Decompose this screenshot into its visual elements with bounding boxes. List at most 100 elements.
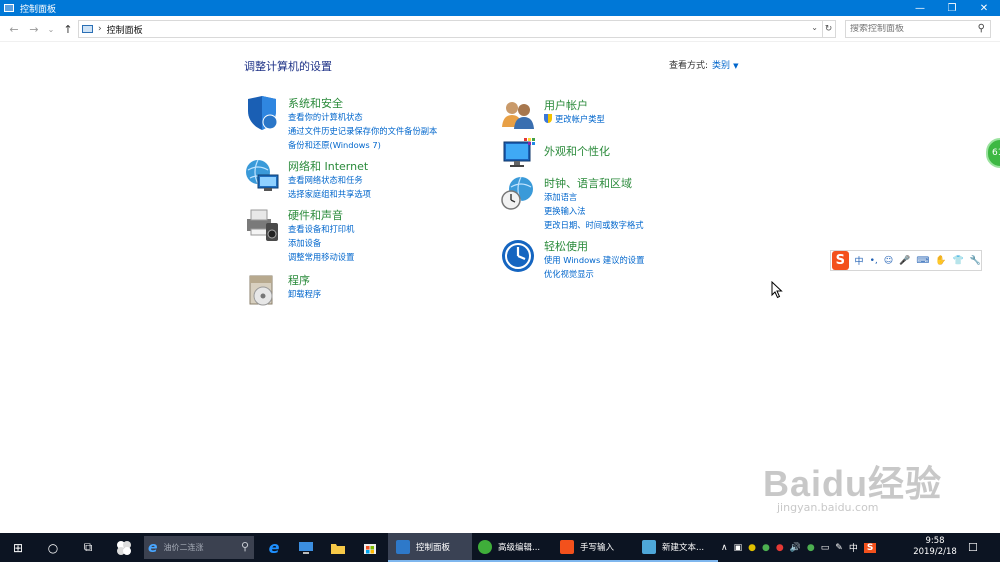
microphone-icon[interactable]: 🎤 bbox=[899, 256, 910, 266]
system-tray: ∧ ▣ ● ● ● 🔊 ● ▭ ✎ 中 S bbox=[718, 533, 879, 562]
back-button[interactable]: ← bbox=[6, 21, 22, 37]
pinwheel-app-icon[interactable] bbox=[106, 533, 142, 562]
users-icon bbox=[502, 102, 534, 129]
taskbar: ⊞ ○ ⧉ e 油价二连涨 ⚲ e 控制面板 高级编辑... 手写输入 新建文本… bbox=[0, 533, 1000, 562]
link-add-language[interactable]: 添加语言 bbox=[544, 190, 644, 204]
handwriting-icon[interactable]: ✋ bbox=[935, 256, 946, 266]
category-title-clock-language-region[interactable]: 时钟、语言和区域 bbox=[544, 175, 632, 191]
forward-button[interactable]: → bbox=[26, 21, 42, 37]
network-tray-icon[interactable]: ▣ bbox=[734, 543, 743, 553]
taskbar-search-box[interactable]: e 油价二连涨 ⚲ bbox=[144, 536, 254, 559]
up-button[interactable]: ↑ bbox=[60, 21, 76, 37]
clock-globe-icon bbox=[501, 176, 533, 210]
link-change-account-type[interactable]: 更改帐户类型 bbox=[544, 112, 605, 126]
link-file-history[interactable]: 通过文件历史记录保存你的文件备份副本 bbox=[288, 124, 437, 138]
browser-tray-icon[interactable]: ● bbox=[776, 543, 784, 553]
search-input[interactable] bbox=[846, 24, 971, 34]
chevron-down-icon[interactable]: ⌄ bbox=[811, 23, 818, 32]
cortana-icon[interactable]: ○ bbox=[35, 533, 71, 562]
address-bar[interactable]: › 控制面板 ⌄ bbox=[78, 20, 823, 38]
link-change-input-method[interactable]: 更换输入法 bbox=[544, 204, 644, 218]
taskbar-app-handwriting[interactable]: 手写输入 bbox=[552, 533, 636, 562]
show-hidden-icons-chevron-icon[interactable]: ∧ bbox=[721, 543, 728, 553]
punctuation-toggle-icon[interactable]: •, bbox=[870, 256, 878, 266]
refresh-button[interactable]: ↻ bbox=[822, 20, 836, 38]
address-bar-row: ← → ⌄ ↑ › 控制面板 ⌄ ↻ ⚲ bbox=[0, 16, 1000, 42]
skin-icon[interactable]: 👕 bbox=[953, 256, 964, 266]
ime-mode-toggle[interactable]: 中 bbox=[855, 254, 864, 267]
category-title-appearance[interactable]: 外观和个性化 bbox=[544, 143, 610, 159]
breadcrumb-control-panel[interactable]: 控制面板 bbox=[107, 23, 143, 36]
volume-icon[interactable]: 🔊 bbox=[790, 543, 801, 553]
watermark-url: jingyan.baidu.com bbox=[777, 501, 879, 514]
file-explorer-icon[interactable] bbox=[320, 533, 356, 562]
taskbar-clock[interactable]: 9:58 2019/2/18 bbox=[905, 536, 965, 558]
side-floating-badge[interactable]: 61 bbox=[986, 138, 1000, 168]
tools-icon[interactable]: 🔧 bbox=[970, 256, 981, 266]
link-add-device[interactable]: 添加设备 bbox=[288, 236, 354, 250]
network-globe-icon bbox=[246, 159, 279, 191]
link-change-account-type-label: 更改帐户类型 bbox=[555, 114, 605, 124]
notepad-app-icon bbox=[642, 539, 656, 554]
link-optimize-visual-display[interactable]: 优化视觉显示 bbox=[544, 267, 644, 281]
search-box[interactable]: ⚲ bbox=[845, 20, 991, 38]
category-user-accounts: 用户帐户 更改帐户类型 bbox=[500, 97, 720, 131]
category-title-programs[interactable]: 程序 bbox=[288, 272, 310, 288]
link-windows-recommended-settings[interactable]: 使用 Windows 建议的设置 bbox=[544, 253, 644, 267]
keyboard-icon[interactable]: ⌨ bbox=[916, 256, 929, 266]
link-uninstall-program[interactable]: 卸载程序 bbox=[288, 287, 321, 301]
link-change-date-time-format[interactable]: 更改日期、时间或数字格式 bbox=[544, 218, 644, 232]
taskbar-app-notepad[interactable]: 新建文本... bbox=[634, 533, 718, 562]
taskbar-app-advanced-editor[interactable]: 高级编辑... bbox=[470, 533, 554, 562]
sogou-tray-icon[interactable]: S bbox=[863, 542, 877, 553]
monitor-palette-icon bbox=[503, 138, 535, 167]
pen-tray-icon[interactable]: ✎ bbox=[835, 543, 843, 553]
link-devices-printers[interactable]: 查看设备和打印机 bbox=[288, 222, 354, 236]
task-view-icon[interactable]: ⧉ bbox=[70, 533, 106, 562]
programs-disc-icon bbox=[249, 275, 273, 306]
search-icon[interactable]: ⚲ bbox=[978, 23, 985, 34]
emoji-icon[interactable]: ☺ bbox=[884, 256, 893, 266]
link-view-computer-status[interactable]: 查看你的计算机状态 bbox=[288, 110, 437, 124]
chevron-down-icon[interactable]: ▼ bbox=[733, 62, 738, 70]
category-clock-language-region: 时钟、语言和区域 添加语言 更换输入法 更改日期、时间或数字格式 bbox=[500, 175, 720, 235]
view-by-dropdown[interactable]: 类别 bbox=[712, 61, 730, 71]
ime-toolbar: S 中 •, ☺ 🎤 ⌨ ✋ 👕 🔧 bbox=[830, 250, 982, 271]
link-mobility-settings[interactable]: 调整常用移动设置 bbox=[288, 250, 354, 264]
recent-locations-dropdown[interactable]: ⌄ bbox=[43, 21, 59, 37]
taskbar-app-control-panel[interactable]: 控制面板 bbox=[388, 533, 472, 562]
baidu-watermark: Baidu经验 jingyan.baidu.com bbox=[763, 455, 943, 514]
desktop-app-icon[interactable] bbox=[288, 533, 324, 562]
category-title-system-security[interactable]: 系统和安全 bbox=[288, 95, 343, 111]
security-tray-icon[interactable]: ● bbox=[748, 543, 756, 553]
category-system-security: 系统和安全 查看你的计算机状态 通过文件历史记录保存你的文件备份副本 备份和还原… bbox=[244, 95, 484, 155]
link-backup-restore[interactable]: 备份和还原(Windows 7) bbox=[288, 138, 437, 152]
battery-icon[interactable]: ▭ bbox=[821, 543, 830, 553]
ease-of-access-icon bbox=[502, 240, 534, 272]
link-network-status[interactable]: 查看网络状态和任务 bbox=[288, 173, 371, 187]
control-panel-icon bbox=[82, 25, 93, 33]
shield-icon bbox=[248, 96, 278, 130]
category-hardware-sound: 硬件和声音 查看设备和打印机 添加设备 调整常用移动设置 bbox=[244, 207, 484, 267]
mouse-cursor-icon bbox=[771, 281, 783, 299]
category-title-hardware-sound[interactable]: 硬件和声音 bbox=[288, 207, 343, 223]
category-title-ease-of-access[interactable]: 轻松使用 bbox=[544, 238, 588, 254]
wechat-tray-icon[interactable]: ● bbox=[807, 543, 815, 553]
editor-app-icon bbox=[478, 539, 492, 554]
minimize-button[interactable]: — bbox=[904, 0, 936, 16]
store-icon[interactable] bbox=[352, 533, 388, 562]
ime-tray-mode-icon[interactable]: 中 bbox=[849, 541, 858, 554]
category-title-user-accounts[interactable]: 用户帐户 bbox=[544, 97, 588, 113]
category-programs: 程序 卸载程序 bbox=[244, 272, 484, 308]
category-title-network-internet[interactable]: 网络和 Internet bbox=[288, 158, 368, 174]
windows-start-icon[interactable]: ⊞ bbox=[0, 533, 36, 562]
watermark-logo-text: Baidu经验 bbox=[763, 463, 943, 504]
app-tray-icon[interactable]: ● bbox=[762, 543, 770, 553]
restore-button[interactable]: ❐ bbox=[936, 0, 968, 16]
close-button[interactable]: ✕ bbox=[968, 0, 1000, 16]
sogou-logo-icon[interactable]: S bbox=[832, 251, 849, 270]
link-homegroup-sharing[interactable]: 选择家庭组和共享选项 bbox=[288, 187, 371, 201]
action-center-icon[interactable]: ☐ bbox=[968, 541, 978, 554]
taskbar-app-label: 手写输入 bbox=[580, 542, 615, 553]
edge-browser-icon[interactable]: e bbox=[256, 533, 292, 562]
